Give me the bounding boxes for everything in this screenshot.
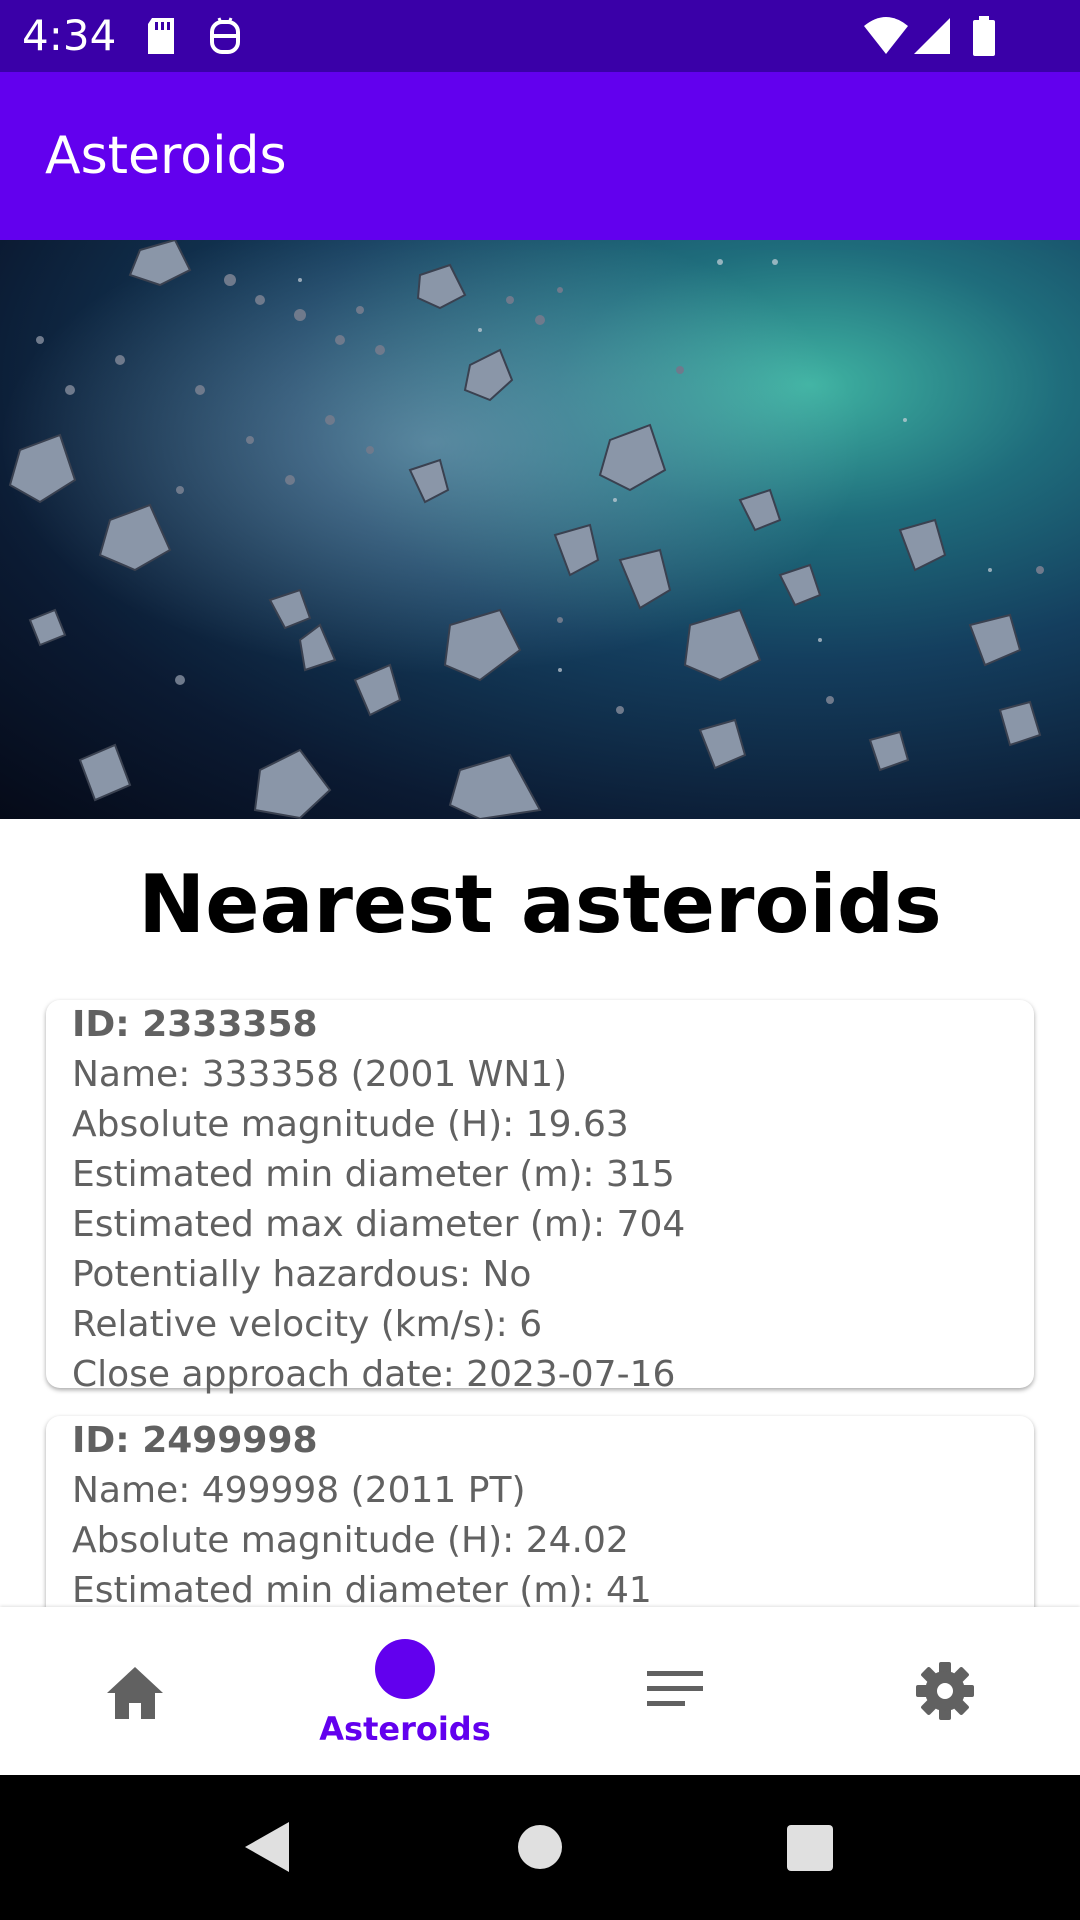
asteroid-name: Name: 499998 (2011 PT) [72, 1470, 526, 1511]
asteroid-name: Name: 333358 (2001 WN1) [72, 1054, 568, 1095]
home-circle-icon[interactable] [518, 1825, 562, 1873]
bottom-navigation: Asteroids [0, 1607, 1080, 1775]
nav-label-asteroids: Asteroids [319, 1710, 491, 1748]
recents-icon[interactable] [787, 1825, 833, 1875]
wifi-icon [862, 14, 910, 58]
asteroid-magnitude: Absolute magnitude (H): 24.02 [72, 1520, 629, 1561]
nav-item-home[interactable] [0, 1607, 270, 1775]
asteroid-list[interactable]: ID: 2333358 Name: 333358 (2001 WN1) Abso… [0, 990, 1080, 1607]
nav-item-settings[interactable] [810, 1607, 1080, 1775]
asteroid-approach-date: Close approach date: 2023-07-16 [72, 1354, 676, 1395]
android-debug-icon [205, 14, 245, 58]
asteroid-min-diameter: Estimated min diameter (m): 315 [72, 1154, 675, 1195]
app-title: Asteroids [45, 126, 287, 186]
back-icon[interactable] [245, 1822, 289, 1876]
asteroid-max-diameter: Estimated max diameter (m): 704 [72, 1204, 686, 1245]
nav-item-list[interactable] [540, 1607, 810, 1775]
list-icon [647, 1669, 703, 1713]
section-title: Nearest asteroids [138, 858, 942, 951]
signal-icon [912, 14, 954, 58]
home-icon [105, 1665, 165, 1725]
status-bar: 4:34 [0, 0, 1080, 72]
asteroid-magnitude: Absolute magnitude (H): 19.63 [72, 1104, 629, 1145]
asteroid-id: ID: 2333358 [72, 1004, 318, 1045]
asteroid-card[interactable]: ID: 2333358 Name: 333358 (2001 WN1) Abso… [46, 1000, 1034, 1395]
asteroid-hazardous: Potentially hazardous: No [72, 1254, 532, 1295]
settings-icon [915, 1661, 975, 1725]
asteroid-velocity: Relative velocity (km/s): 6 [72, 1304, 543, 1345]
nav-item-asteroids[interactable]: Asteroids [270, 1607, 540, 1775]
asteroid-field-image [0, 240, 1080, 819]
asteroids-dot-icon [375, 1639, 435, 1699]
system-navigation-bar [0, 1775, 1080, 1920]
asteroid-id: ID: 2499998 [72, 1420, 318, 1461]
asteroid-min-diameter: Estimated min diameter (m): 41 [72, 1570, 652, 1607]
battery-icon [970, 14, 1000, 58]
sd-card-icon [142, 14, 182, 58]
status-time: 4:34 [22, 11, 117, 60]
app-bar: Asteroids [0, 72, 1080, 240]
asteroid-card[interactable]: ID: 2499998 Name: 499998 (2011 PT) Absol… [46, 1416, 1034, 1607]
